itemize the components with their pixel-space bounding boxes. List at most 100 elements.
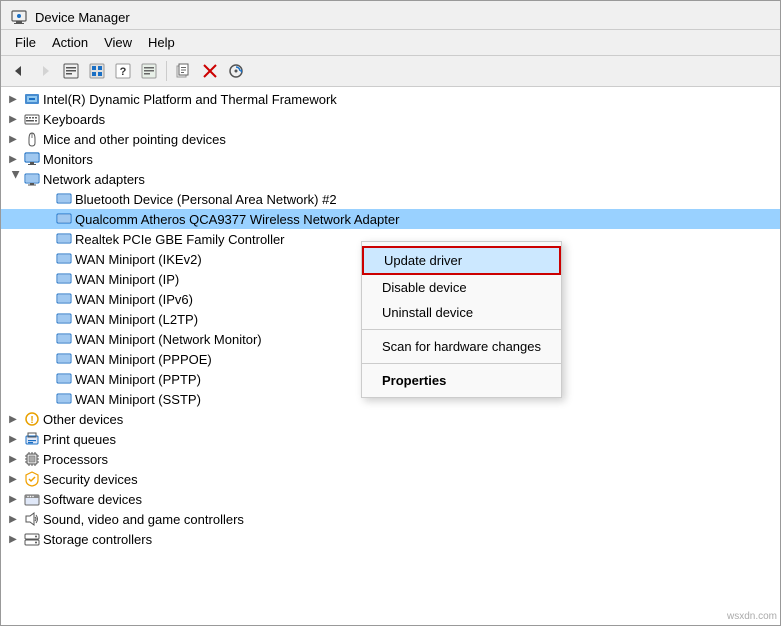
menu-action[interactable]: Action (44, 32, 96, 53)
icon-qualcomm (56, 211, 72, 227)
label-processors: Processors (43, 452, 112, 467)
tree-item-bluetooth[interactable]: ▶ Bluetooth Device (Personal Area Networ… (1, 189, 780, 209)
icon-print (24, 431, 40, 447)
context-menu: Update driver Disable device Uninstall d… (361, 241, 562, 398)
label-wan3: WAN Miniport (IPv6) (75, 292, 197, 307)
context-menu-separator-2 (362, 363, 561, 364)
toolbar-separator-1 (166, 61, 167, 81)
label-realtek: Realtek PCIe GBE Family Controller (75, 232, 289, 247)
label-bluetooth: Bluetooth Device (Personal Area Network)… (75, 192, 341, 207)
label-other: Other devices (43, 412, 127, 427)
context-menu-separator-1 (362, 329, 561, 330)
label-wan1: WAN Miniport (IKEv2) (75, 252, 206, 267)
label-keyboards: Keyboards (43, 112, 109, 127)
icon-software (24, 491, 40, 507)
icon-wan8 (56, 391, 72, 407)
tree-item-sound[interactable]: ▶ Sound, video and game controllers (1, 509, 780, 529)
expand-sound[interactable]: ▶ (5, 511, 21, 527)
icon-wan1 (56, 251, 72, 267)
icon-sound (24, 511, 40, 527)
watermark: wsxdn.com (727, 611, 777, 622)
context-menu-properties[interactable]: Properties (362, 368, 561, 393)
toolbar-btn-add[interactable] (172, 59, 196, 83)
expand-processors[interactable]: ▶ (5, 451, 21, 467)
tree-item-keyboards[interactable]: ▶ Keyboards (1, 109, 780, 129)
context-menu-scan[interactable]: Scan for hardware changes (362, 334, 561, 359)
toolbar-btn-help[interactable]: ? (111, 59, 135, 83)
label-wan6: WAN Miniport (PPPOE) (75, 352, 216, 367)
toolbar-btn-2[interactable] (85, 59, 109, 83)
tree-item-monitors[interactable]: ▶ Monitors (1, 149, 780, 169)
icon-mice (24, 131, 40, 147)
expand-mice[interactable]: ▶ (5, 131, 21, 147)
label-wan2: WAN Miniport (IP) (75, 272, 183, 287)
menu-bar: File Action View Help (1, 30, 780, 56)
icon-processors (24, 451, 40, 467)
menu-view[interactable]: View (96, 32, 140, 53)
toolbar-btn-remove[interactable] (198, 59, 222, 83)
title-bar-icon (11, 9, 27, 25)
label-wan4: WAN Miniport (L2TP) (75, 312, 202, 327)
icon-bluetooth (56, 191, 72, 207)
device-manager-window: Device Manager File Action View Help (0, 0, 781, 626)
tree-item-network[interactable]: ▶ Network adapters (1, 169, 780, 189)
label-software: Software devices (43, 492, 146, 507)
tree-item-print[interactable]: ▶ Print queues (1, 429, 780, 449)
label-mice: Mice and other pointing devices (43, 132, 230, 147)
expand-other[interactable]: ▶ (5, 411, 21, 427)
expand-keyboards[interactable]: ▶ (5, 111, 21, 127)
tree-item-qualcomm[interactable]: ▶ Qualcomm Atheros QCA9377 Wireless Netw… (1, 209, 780, 229)
icon-other: ! (24, 411, 40, 427)
expand-software[interactable]: ▶ (5, 491, 21, 507)
context-menu-update-driver[interactable]: Update driver (362, 246, 561, 275)
label-wan5: WAN Miniport (Network Monitor) (75, 332, 266, 347)
icon-wan5 (56, 331, 72, 347)
label-intel: Intel(R) Dynamic Platform and Thermal Fr… (43, 92, 341, 107)
menu-help[interactable]: Help (140, 32, 183, 53)
expand-security[interactable]: ▶ (5, 471, 21, 487)
label-network: Network adapters (43, 172, 149, 187)
label-security: Security devices (43, 472, 142, 487)
tree-item-intel[interactable]: ▶ Intel(R) Dynamic Platform and Thermal … (1, 89, 780, 109)
label-wan8: WAN Miniport (SSTP) (75, 392, 205, 407)
title-bar: Device Manager (1, 1, 780, 30)
tree-item-mice[interactable]: ▶ Mice and other pointing devices (1, 129, 780, 149)
svg-text:?: ? (120, 66, 127, 78)
expand-monitors[interactable]: ▶ (5, 151, 21, 167)
toolbar-btn-properties[interactable] (59, 59, 83, 83)
icon-wan3 (56, 291, 72, 307)
toolbar-btn-refresh[interactable] (224, 59, 248, 83)
label-storage: Storage controllers (43, 532, 156, 547)
tree-item-other[interactable]: ▶ ! Other devices (1, 409, 780, 429)
tree-item-security[interactable]: ▶ Security devices (1, 469, 780, 489)
forward-button[interactable] (33, 59, 57, 83)
label-wan7: WAN Miniport (PPTP) (75, 372, 205, 387)
expand-network[interactable]: ▶ (5, 171, 21, 187)
icon-keyboards (24, 111, 40, 127)
svg-text:!: ! (30, 415, 33, 426)
icon-realtek (56, 231, 72, 247)
label-print: Print queues (43, 432, 120, 447)
label-qualcomm: Qualcomm Atheros QCA9377 Wireless Networ… (75, 212, 403, 227)
toolbar-btn-3[interactable] (137, 59, 161, 83)
expand-print[interactable]: ▶ (5, 431, 21, 447)
expand-intel[interactable]: ▶ (5, 91, 21, 107)
back-button[interactable] (7, 59, 31, 83)
tree-item-storage[interactable]: ▶ Storage controllers (1, 529, 780, 549)
icon-intel (24, 91, 40, 107)
toolbar: ? (1, 56, 780, 87)
context-menu-uninstall-device[interactable]: Uninstall device (362, 300, 561, 325)
content-area: ▶ Intel(R) Dynamic Platform and Thermal … (1, 87, 780, 625)
icon-security (24, 471, 40, 487)
icon-network (24, 171, 40, 187)
expand-storage[interactable]: ▶ (5, 531, 21, 547)
label-sound: Sound, video and game controllers (43, 512, 248, 527)
menu-file[interactable]: File (7, 32, 44, 53)
icon-wan6 (56, 351, 72, 367)
icon-monitors (24, 151, 40, 167)
icon-wan7 (56, 371, 72, 387)
tree-item-software[interactable]: ▶ Software devices (1, 489, 780, 509)
label-monitors: Monitors (43, 152, 97, 167)
context-menu-disable-device[interactable]: Disable device (362, 275, 561, 300)
tree-item-processors[interactable]: ▶ (1, 449, 780, 469)
